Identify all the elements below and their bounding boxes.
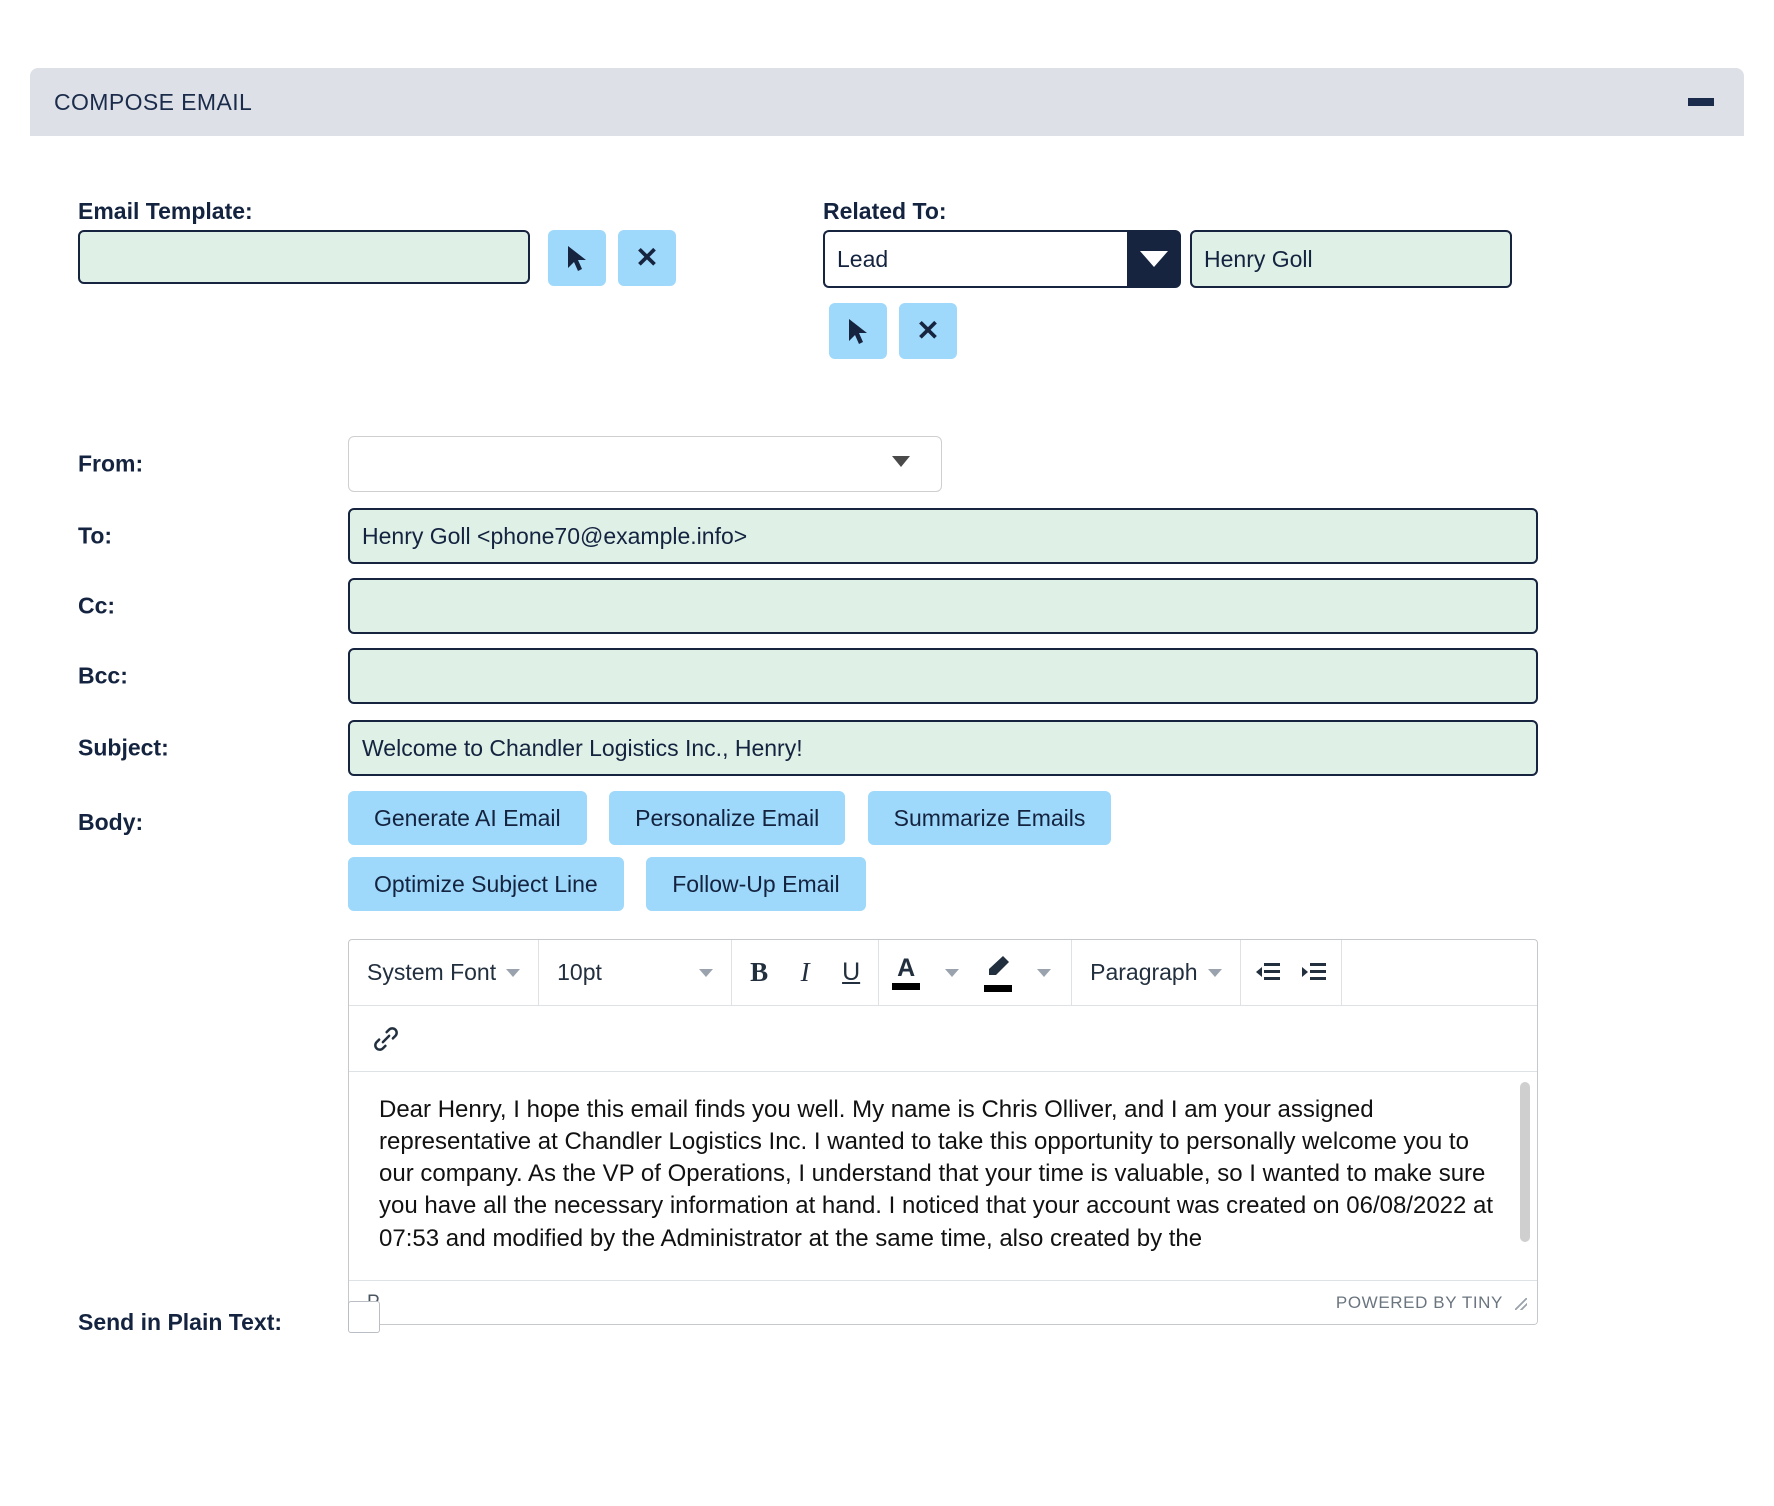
font-size-select[interactable]: 10pt bbox=[543, 948, 727, 998]
font-family-value: System Font bbox=[367, 959, 496, 986]
generate-ai-email-button[interactable]: Generate AI Email bbox=[348, 791, 587, 845]
editor-toolbar-row-1: System Font 10pt B I bbox=[349, 940, 1537, 1006]
related-to-type-select[interactable]: Lead bbox=[823, 230, 1127, 288]
editor-body-text: Dear Henry, I hope this email finds you … bbox=[379, 1094, 1497, 1255]
cursor-select-icon bbox=[845, 317, 871, 345]
related-to-record-input[interactable] bbox=[1190, 230, 1512, 288]
compose-email-page: COMPOSE EMAIL Email Template: ✕ Related … bbox=[0, 0, 1774, 1506]
to-label: To: bbox=[78, 523, 112, 550]
from-label: From: bbox=[78, 451, 143, 478]
text-color-glyph: A bbox=[897, 956, 915, 981]
link-group bbox=[349, 1006, 1537, 1071]
bcc-input[interactable] bbox=[348, 648, 1538, 704]
related-to-dropdown-arrow-icon[interactable] bbox=[1127, 230, 1181, 288]
subject-input[interactable] bbox=[348, 720, 1538, 776]
chevron-down-icon bbox=[1140, 251, 1168, 267]
block-format-select[interactable]: Paragraph bbox=[1076, 948, 1235, 998]
panel-body: Email Template: ✕ Related To: Lead bbox=[30, 136, 1744, 1436]
ai-action-buttons: Generate AI Email Personalize Email Summ… bbox=[348, 791, 1548, 923]
cc-field-row: Cc: bbox=[30, 578, 1744, 634]
to-input[interactable] bbox=[348, 508, 1538, 564]
clear-x-icon: ✕ bbox=[916, 317, 939, 345]
send-in-plain-text-label: Send in Plain Text: bbox=[78, 1309, 282, 1336]
editor-content-area[interactable]: Dear Henry, I hope this email finds you … bbox=[349, 1072, 1537, 1280]
indent-icon[interactable] bbox=[1291, 948, 1337, 998]
minimize-icon[interactable] bbox=[1688, 98, 1714, 106]
to-field-row: To: bbox=[30, 508, 1744, 564]
toolbar-spacer bbox=[1342, 940, 1537, 1005]
cc-input[interactable] bbox=[348, 578, 1538, 634]
clear-x-icon: ✕ bbox=[635, 244, 658, 272]
body-label: Body: bbox=[78, 809, 143, 836]
highlight-color-button[interactable] bbox=[975, 948, 1021, 998]
subject-field-row: Subject: bbox=[30, 720, 1744, 776]
text-color-dropdown[interactable] bbox=[929, 948, 975, 998]
chevron-down-icon bbox=[1208, 969, 1222, 977]
email-template-input[interactable] bbox=[78, 230, 530, 284]
link-icon[interactable] bbox=[363, 1014, 409, 1064]
text-color-button[interactable]: A bbox=[883, 948, 929, 998]
related-to-select-button[interactable] bbox=[829, 303, 887, 359]
chevron-down-icon bbox=[699, 969, 713, 977]
editor-toolbar-row-2 bbox=[349, 1006, 1537, 1072]
plain-text-row: Send in Plain Text: bbox=[30, 1301, 1744, 1351]
italic-button[interactable]: I bbox=[782, 948, 828, 998]
highlight-color-dropdown[interactable] bbox=[1021, 948, 1067, 998]
related-to-label: Related To: bbox=[823, 198, 947, 225]
highlight-color-swatch bbox=[984, 985, 1012, 992]
chevron-down-icon bbox=[945, 969, 959, 977]
font-size-value: 10pt bbox=[557, 959, 602, 986]
from-select[interactable] bbox=[348, 436, 942, 492]
highlight-pen-icon bbox=[985, 954, 1011, 983]
rich-text-editor: System Font 10pt B I bbox=[348, 939, 1538, 1325]
text-color-swatch bbox=[892, 983, 920, 990]
cc-label: Cc: bbox=[78, 593, 115, 620]
bcc-field-row: Bcc: bbox=[30, 648, 1744, 704]
personalize-email-button[interactable]: Personalize Email bbox=[609, 791, 845, 845]
panel-header: COMPOSE EMAIL bbox=[30, 68, 1744, 136]
chevron-down-icon bbox=[506, 969, 520, 977]
send-in-plain-text-checkbox[interactable] bbox=[348, 1301, 380, 1333]
underline-button[interactable]: U bbox=[828, 948, 874, 998]
related-to-clear-button[interactable]: ✕ bbox=[899, 303, 957, 359]
block-format-value: Paragraph bbox=[1090, 959, 1197, 986]
page-title: COMPOSE EMAIL bbox=[54, 89, 252, 116]
cursor-select-icon bbox=[564, 244, 590, 272]
follow-up-email-button[interactable]: Follow-Up Email bbox=[646, 857, 865, 911]
email-template-select-button[interactable] bbox=[548, 230, 606, 286]
block-format-group: Paragraph bbox=[1072, 940, 1240, 1005]
outdent-icon[interactable] bbox=[1245, 948, 1291, 998]
email-template-label: Email Template: bbox=[78, 198, 253, 225]
from-field-row: From: bbox=[30, 436, 1744, 492]
summarize-emails-button[interactable]: Summarize Emails bbox=[868, 791, 1112, 845]
text-style-group: B I U bbox=[732, 940, 879, 1005]
indent-group bbox=[1241, 940, 1342, 1005]
bcc-label: Bcc: bbox=[78, 663, 128, 690]
subject-label: Subject: bbox=[78, 735, 169, 762]
font-family-group: System Font bbox=[349, 940, 539, 1005]
font-size-group: 10pt bbox=[539, 940, 732, 1005]
email-template-clear-button[interactable]: ✕ bbox=[618, 230, 676, 286]
related-to-type-wrap: Lead bbox=[823, 230, 1181, 288]
chevron-down-icon bbox=[1037, 969, 1051, 977]
editor-scrollbar[interactable] bbox=[1520, 1082, 1530, 1242]
color-group: A bbox=[879, 940, 1072, 1005]
compose-email-panel: COMPOSE EMAIL Email Template: ✕ Related … bbox=[30, 68, 1744, 1436]
bold-button[interactable]: B bbox=[736, 948, 782, 998]
optimize-subject-line-button[interactable]: Optimize Subject Line bbox=[348, 857, 624, 911]
font-family-select[interactable]: System Font bbox=[353, 948, 534, 998]
